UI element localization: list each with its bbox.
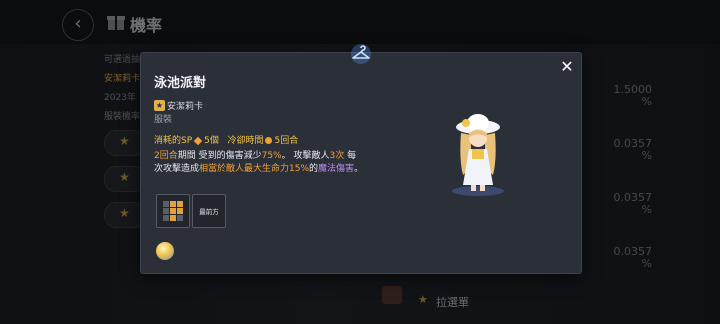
character-name: 安潔莉卡 bbox=[167, 102, 204, 112]
desc-hits: 3次 bbox=[329, 151, 345, 161]
cooldown-value: 5回合 bbox=[274, 136, 299, 146]
character-row: ★ 安潔莉卡 bbox=[154, 95, 204, 112]
hanger-icon bbox=[351, 44, 371, 64]
desc-damage: 相當於敵人最大生命力15% bbox=[199, 164, 310, 174]
desc-reduce: 75% bbox=[261, 151, 282, 161]
close-button[interactable]: ✕ bbox=[558, 58, 576, 76]
desc-text: 。 攻擊敵人 bbox=[281, 151, 330, 161]
costume-name: 泳池派對 bbox=[154, 76, 207, 91]
desc-text: 的 bbox=[309, 164, 319, 174]
target-range: 最前方 bbox=[192, 194, 226, 228]
item-type: 服裝 bbox=[154, 115, 173, 125]
sp-label: 消耗的SP bbox=[154, 136, 193, 146]
close-icon: ✕ bbox=[560, 57, 574, 76]
sp-icon bbox=[193, 136, 203, 145]
desc-text: 期間 受到的傷害減少 bbox=[177, 151, 262, 161]
skill-stats: 消耗的SP 5個 冷卻時間 5回合 bbox=[154, 133, 298, 146]
cooldown-icon bbox=[265, 137, 273, 144]
orb-icon bbox=[156, 242, 174, 260]
skill-description: 2回合期間 受到的傷害減少75%。 攻擊敵人3次 每次攻擊造成相當於敵人最大生命… bbox=[154, 150, 364, 176]
desc-magic: 魔法傷害 bbox=[318, 164, 355, 174]
sp-value: 5個 bbox=[204, 136, 219, 146]
range-grid bbox=[156, 194, 190, 228]
star-icon: ★ bbox=[154, 100, 165, 111]
range-label: 最前方 bbox=[199, 208, 219, 216]
cooldown-label: 冷卻時間 bbox=[227, 136, 264, 146]
range-grid-icon bbox=[163, 201, 184, 222]
desc-turns: 2回合 bbox=[154, 151, 178, 161]
costume-portrait bbox=[452, 114, 504, 196]
costume-detail-dialog: ✕ 泳池派對 ★ 安潔莉卡 服裝 消耗的SP 5個 冷卻時間 5回合 2回合期間 受到… bbox=[140, 44, 582, 274]
desc-text: 。 bbox=[354, 164, 364, 174]
